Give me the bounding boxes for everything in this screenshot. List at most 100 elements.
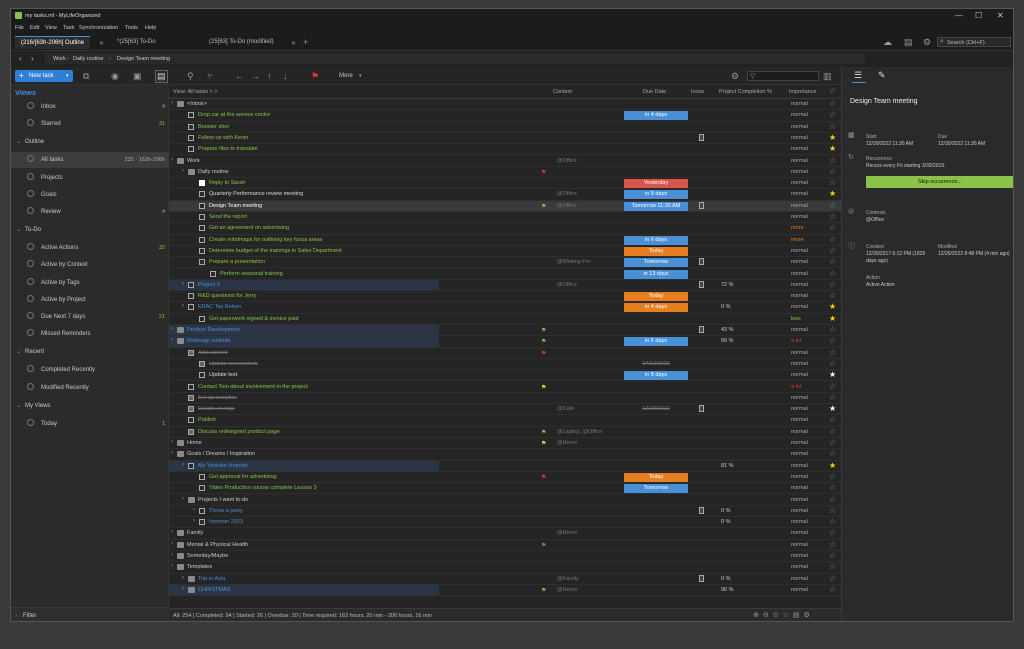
star-icon[interactable]: ☆ [829,212,836,221]
star-icon[interactable]: ☆ [829,156,836,165]
task-row[interactable]: › Daily routine ⚑ normal ☆ [169,167,841,179]
breadcrumb-item[interactable]: Design Team meeting [117,56,170,62]
task-row[interactable]: Design Team meeting ⚑ @Office Tomorrow 11:3… [169,200,841,212]
star-icon[interactable]: ☆ [829,438,836,447]
settings-icon[interactable]: ⚙ [731,71,739,82]
task-row[interactable]: Decide on logo @Cafe 12/20/2022 normal ★ [169,404,841,416]
star-icon[interactable]: ☆ [829,393,836,402]
flag-icon[interactable]: ⚑ [541,429,546,436]
star-icon[interactable]: ☆ [829,359,836,368]
flag-icon[interactable]: ⚑ [541,338,546,345]
task-title[interactable]: CHRISTMAS [198,587,230,593]
expand-arrow-icon[interactable]: › [182,586,184,592]
task-title[interactable]: Get an agreement on advertising [209,225,289,231]
importance-value[interactable]: normal [791,519,808,525]
flag-icon[interactable]: ⚑ [311,71,319,82]
sidebar-item[interactable]: Modified Recently [11,380,169,396]
task-title[interactable]: EDAC Tax Return [198,304,241,310]
task-checkbox[interactable] [188,462,194,469]
eye-icon[interactable]: ◉ [111,71,119,82]
task-checkbox[interactable] [188,281,194,288]
importance-value[interactable]: normal [791,564,808,570]
task-title[interactable]: Determine budget of the trainings in Sal… [209,248,342,254]
task-row[interactable]: › <Inbox> normal ☆ [169,99,841,111]
expand-arrow-icon[interactable]: › [182,303,184,309]
column-importance[interactable]: Importance [789,89,817,95]
star-icon[interactable]: ☆ [829,562,836,571]
importance-value[interactable]: normal [791,497,808,503]
expand-arrow-icon[interactable]: › [182,575,184,581]
star-icon[interactable]: ☆ [829,223,836,232]
task-checkbox[interactable] [188,146,194,153]
star-icon[interactable]: ☆ [829,517,836,526]
star-icon[interactable]: ★ [829,404,836,413]
list-view-icon[interactable]: ▤ [155,70,168,83]
pin-icon[interactable]: ⚲ [187,71,194,82]
sidebar-section-header[interactable]: ⌄ Recent [11,345,169,359]
star-icon[interactable]: ☆ [829,506,836,515]
expand-arrow-icon[interactable]: › [182,281,184,287]
task-row[interactable]: Prepare a presentation @Waiting For Tomorr… [169,257,841,269]
importance-value[interactable]: a lot [791,384,801,390]
star-icon[interactable]: ★ [829,314,836,323]
importance-value[interactable]: normal [791,101,808,107]
task-checkbox[interactable] [199,485,205,492]
task-checkbox[interactable] [188,112,194,119]
star-icon[interactable]: ☆ [829,280,836,289]
importance-value[interactable]: normal [791,304,808,310]
back-icon[interactable]: ‹ [19,54,22,63]
task-checkbox[interactable] [188,428,194,435]
importance-value[interactable]: normal [791,293,808,299]
importance-value[interactable]: normal [791,112,808,118]
task-title[interactable]: Goals / Dreams / Inspiration [187,451,255,457]
task-checkbox[interactable] [199,473,205,480]
flag-icon[interactable]: ⚑ [541,474,546,481]
task-checkbox[interactable] [188,383,194,390]
columns-icon[interactable]: ▥ [823,71,832,82]
importance-value[interactable]: normal [791,553,808,559]
star-icon[interactable]: ☆ [829,178,836,187]
star-icon[interactable]: ☆ [829,528,836,537]
importance-value[interactable]: normal [791,406,808,412]
importance-value[interactable]: more [791,225,804,231]
task-checkbox[interactable] [199,315,205,322]
tab-close-icon[interactable]: ✕ [291,40,296,47]
task-title[interactable]: Quarterly Performance review meeting [209,191,303,197]
new-task-button[interactable]: + New task ▾ [15,70,73,82]
star-icon[interactable]: ☆ [829,336,836,345]
task-checkbox[interactable] [188,406,194,413]
task-checkbox[interactable] [199,225,205,232]
expand-arrow-icon[interactable]: › [171,337,173,343]
filter-bar[interactable]: › Filter [11,607,169,621]
task-row[interactable]: Set up analytics normal ☆ [169,393,841,405]
importance-value[interactable]: normal [791,191,808,197]
importance-value[interactable]: normal [791,248,808,254]
importance-value[interactable]: normal [791,451,808,457]
star-icon[interactable]: ☆ [829,551,836,560]
star-icon[interactable]: ☆ [829,574,836,583]
task-row[interactable]: Add content ⚑ normal ☆ [169,348,841,359]
task-title[interactable]: Perform seasonal training [220,271,283,277]
menu-tools[interactable]: Tools [125,25,138,31]
expand-arrow-icon[interactable]: › [171,326,173,332]
task-title[interactable]: My Youtube channel [198,463,248,469]
task-checkbox[interactable] [199,180,205,187]
star-icon[interactable]: ☆ [829,269,836,278]
expand-arrow-icon[interactable]: › [182,168,184,174]
task-checkbox[interactable] [199,507,205,514]
importance-value[interactable]: normal [791,429,808,435]
arrow-left-icon[interactable]: ← [235,71,244,81]
expand-arrow-icon[interactable]: › [171,552,173,558]
tab-outline[interactable]: (216/[63h-206h] Outline [15,36,91,49]
task-row[interactable]: › Trip to Asia @Family 0 % normal ☆ [169,574,841,585]
task-row[interactable]: Drop car at the service centre in 4 days n… [169,110,841,122]
minimize-button[interactable]: — [955,11,963,20]
copy-icon[interactable]: ⧉ [83,71,89,82]
task-row[interactable]: Booster shot normal ☆ [169,122,841,133]
flag-icon[interactable]: ⚑ [541,169,546,176]
star-icon[interactable]: ☆ [829,99,836,108]
star-icon[interactable]: ☆ [829,415,836,424]
task-title[interactable]: Booster shot [198,124,229,130]
task-title[interactable]: Ironman 2023 [209,519,243,525]
importance-value[interactable]: normal [791,135,808,141]
